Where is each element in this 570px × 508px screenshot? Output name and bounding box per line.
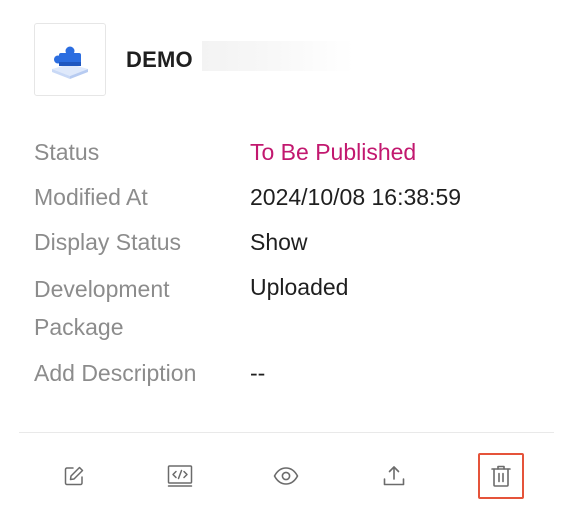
status-value: To Be Published <box>250 139 417 165</box>
modified-at-label: Modified At <box>34 184 148 210</box>
status-label: Status <box>34 139 100 165</box>
detail-row-display-status: Display Status Show <box>34 225 534 260</box>
eye-icon <box>273 467 299 485</box>
detail-row-status: Status To Be Published <box>34 135 534 170</box>
edit-icon <box>64 466 84 486</box>
detail-row-development-package: Development Package Uploaded <box>34 270 534 346</box>
display-status-value: Show <box>250 229 308 255</box>
trash-icon <box>491 465 511 487</box>
app-header: DEMO <box>34 22 193 97</box>
details-list: Status To Be Published Modified At 2024/… <box>34 135 534 401</box>
preview-button[interactable] <box>266 456 306 496</box>
app-name: DEMO <box>126 46 193 72</box>
app-card: DEMO Status To Be Published Modified At … <box>0 0 570 508</box>
upload-icon <box>383 466 405 486</box>
code-icon <box>167 465 193 487</box>
display-status-label: Display Status <box>34 229 182 255</box>
detail-row-modified: Modified At 2024/10/08 16:38:59 <box>34 180 534 215</box>
development-package-value: Uploaded <box>250 274 349 300</box>
detail-row-description: Add Description -- <box>34 356 534 391</box>
add-description-value: -- <box>250 360 266 386</box>
add-description-label: Add Description <box>34 360 197 386</box>
redacted-name-suffix <box>202 41 354 71</box>
app-logo <box>34 23 106 96</box>
delete-button[interactable] <box>478 453 524 499</box>
puzzle-piece-icon <box>52 46 88 79</box>
action-bar <box>0 450 570 500</box>
modified-at-value: 2024/10/08 16:38:59 <box>250 184 462 210</box>
code-button[interactable] <box>160 456 200 496</box>
divider <box>19 432 554 433</box>
edit-button[interactable] <box>54 456 94 496</box>
upload-button[interactable] <box>374 456 414 496</box>
development-package-label: Development Package <box>34 276 170 340</box>
